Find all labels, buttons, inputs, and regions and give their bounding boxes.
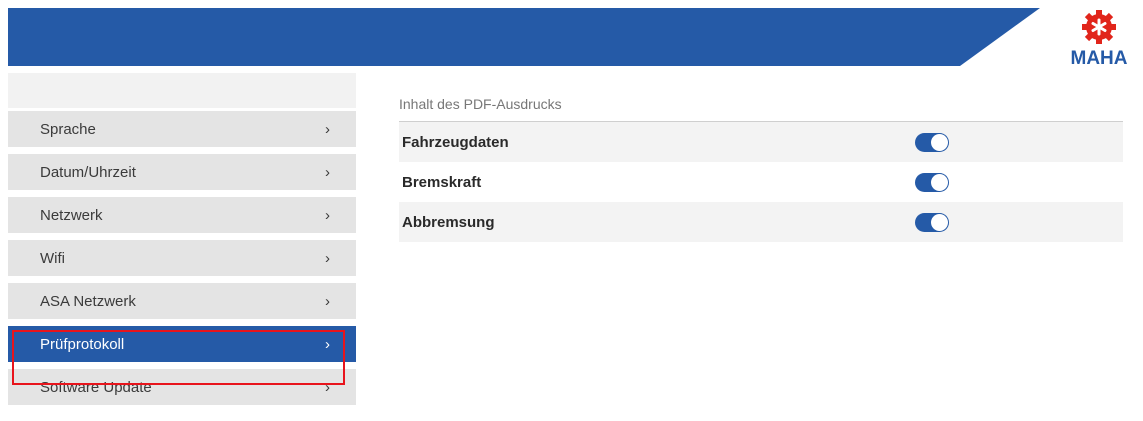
sidebar-item-label: Netzwerk (40, 206, 103, 224)
chevron-right-icon: › (325, 249, 330, 267)
sidebar-header (8, 73, 356, 108)
option-label: Abbremsung (402, 213, 495, 231)
toggle-knob (931, 213, 948, 231)
maha-logo-icon: MAHA (1071, 10, 1128, 66)
settings-sidebar: Sprache › Datum/Uhrzeit › Netzwerk › Wif… (8, 73, 356, 421)
sidebar-item-pruefprotokoll[interactable]: Prüfprotokoll › (8, 326, 356, 362)
sidebar-item-asa-netzwerk[interactable]: ASA Netzwerk › (8, 283, 356, 319)
sidebar-item-label: Prüfprotokoll (40, 335, 125, 353)
option-row-abbremsung: Abbremsung (399, 202, 1123, 242)
sidebar-item-datum-uhrzeit[interactable]: Datum/Uhrzeit › (8, 154, 356, 190)
toggle-knob (931, 173, 948, 191)
sidebar-item-label: Software Update (40, 378, 152, 396)
sidebar-item-label: Datum/Uhrzeit (40, 163, 136, 181)
sidebar-item-label: Wifi (40, 249, 65, 267)
option-row-bremskraft: Bremskraft (399, 162, 1123, 202)
sidebar-item-software-update[interactable]: Software Update › (8, 369, 356, 405)
sidebar-item-label: Sprache (40, 120, 96, 138)
toggle-knob (931, 133, 948, 151)
sidebar-item-wifi[interactable]: Wifi › (8, 240, 356, 276)
fahrzeugdaten-toggle[interactable] (915, 132, 949, 152)
svg-text:MAHA: MAHA (1071, 48, 1128, 66)
chevron-right-icon: › (325, 292, 330, 310)
chevron-right-icon: › (325, 378, 330, 396)
sidebar-item-label: ASA Netzwerk (40, 292, 136, 310)
chevron-right-icon: › (325, 335, 330, 353)
sidebar-item-netzwerk[interactable]: Netzwerk › (8, 197, 356, 233)
sidebar-item-sprache[interactable]: Sprache › (8, 111, 356, 147)
option-row-fahrzeugdaten: Fahrzeugdaten (399, 122, 1123, 162)
chevron-right-icon: › (325, 206, 330, 224)
section-title: Inhalt des PDF-Ausdrucks (399, 96, 1123, 122)
pdf-content-panel: Inhalt des PDF-Ausdrucks Fahrzeugdaten B… (399, 96, 1123, 242)
header-banner (8, 8, 1040, 66)
option-label: Bremskraft (402, 173, 482, 191)
maha-logo: MAHA (1069, 10, 1129, 66)
chevron-right-icon: › (325, 120, 330, 138)
option-label: Fahrzeugdaten (402, 133, 509, 151)
abbremsung-toggle[interactable] (915, 212, 949, 232)
bremskraft-toggle[interactable] (915, 172, 949, 192)
app-page: MAHA Sprache › Datum/Uhrzeit › Netzwerk … (0, 0, 1143, 421)
chevron-right-icon: › (325, 163, 330, 181)
